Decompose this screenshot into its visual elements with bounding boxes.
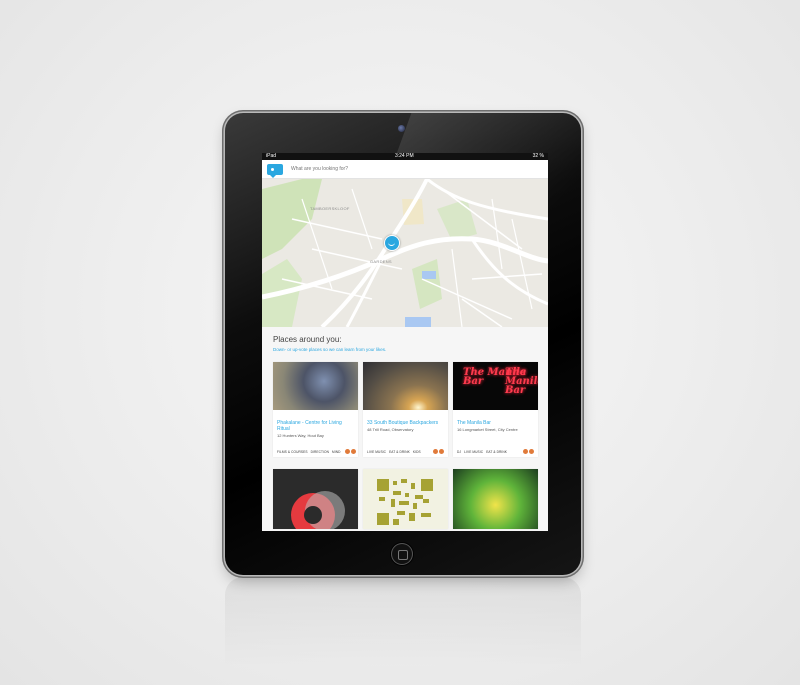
vote-controls [432,449,444,454]
camera-icon [398,125,405,132]
status-bar: iPad 3:24 PM 32 % [262,153,548,160]
tag[interactable]: MIND [332,450,341,454]
place-image-graphic [291,491,345,529]
neon-sign-text: The Manila Bar [505,367,538,396]
screen: iPad 3:24 PM 32 % What are you looking f… [262,153,548,531]
place-title[interactable]: 33 South Boutique Backpackers [363,410,448,426]
status-device: iPad [266,153,277,159]
place-card-partial[interactable] [453,469,538,529]
tag[interactable]: DIRECTION [311,450,329,454]
place-image [363,362,448,410]
downvote-icon[interactable] [344,449,350,454]
places-subtitle: Down- or up-vote places so we can learn … [273,347,387,352]
vote-controls [344,449,356,454]
app-header [262,160,548,179]
downvote-icon[interactable] [433,449,438,454]
place-cards: Phakalane - Centre for Living Ritual 12 … [273,362,538,529]
place-image [453,469,538,529]
place-tags: DJ LIVE MUSIC EAT & DRINK [457,449,534,454]
map-label-tamboerskloof: TAMBOERSKLOOF [310,206,350,211]
map[interactable]: TAMBOERSKLOOF GARDENS [262,179,548,327]
place-address: 48 Trill Road, Observatory [367,427,414,432]
place-card-partial[interactable] [273,469,358,529]
place-card-33-south[interactable]: 33 South Boutique Backpackers 48 Trill R… [363,362,448,457]
place-image [273,362,358,410]
upvote-icon[interactable] [529,449,534,454]
status-battery: 32 % [532,153,544,159]
tag[interactable]: DJ [457,450,461,454]
place-address: 12 Hunters Way, Hout Bay [277,433,324,438]
device-reflection [225,577,581,667]
qr-code-graphic [377,479,433,525]
app-logo-icon[interactable] [267,163,283,178]
places-section: Places around you: Down- or up-vote plac… [262,327,548,529]
tag[interactable]: FILMS & COURSES [277,450,308,454]
tag[interactable]: LIVE MUSIC [464,450,483,454]
upvote-icon[interactable] [350,449,356,454]
upvote-icon[interactable] [439,449,444,454]
tag[interactable]: EAT & DRINK [389,450,410,454]
place-tags: LIVE MUSIC EAT & DRINK KIDS [367,449,444,454]
place-card-phakalane[interactable]: Phakalane - Centre for Living Ritual 12 … [273,362,358,457]
status-time: 3:24 PM [394,153,414,159]
place-card-partial[interactable] [363,469,448,529]
place-title[interactable]: The Manila Bar [453,410,538,426]
place-image: The Manila Bar The Manila Bar [453,362,538,410]
tag[interactable]: KIDS [413,450,421,454]
place-image [273,469,358,529]
map-canvas[interactable] [262,179,548,327]
place-title[interactable]: Phakalane - Centre for Living Ritual [273,410,358,432]
place-address: 16 Longmarket Street, City Centre [457,427,518,432]
place-card-manila-bar[interactable]: The Manila Bar The Manila Bar The Manila… [453,362,538,457]
downvote-icon[interactable] [523,449,528,454]
place-image [363,469,448,529]
map-label-gardens: GARDENS [370,259,392,264]
place-tags: FILMS & COURSES DIRECTION MIND [277,449,356,454]
places-title: Places around you: [273,335,342,344]
tag[interactable]: EAT & DRINK [486,450,507,454]
ipad-device: iPad 3:24 PM 32 % What are you looking f… [225,113,581,575]
vote-controls [522,449,534,454]
tag[interactable]: LIVE MUSIC [367,450,386,454]
location-marker-icon[interactable] [384,235,400,251]
home-button[interactable] [391,543,413,565]
search-input[interactable] [291,166,548,172]
